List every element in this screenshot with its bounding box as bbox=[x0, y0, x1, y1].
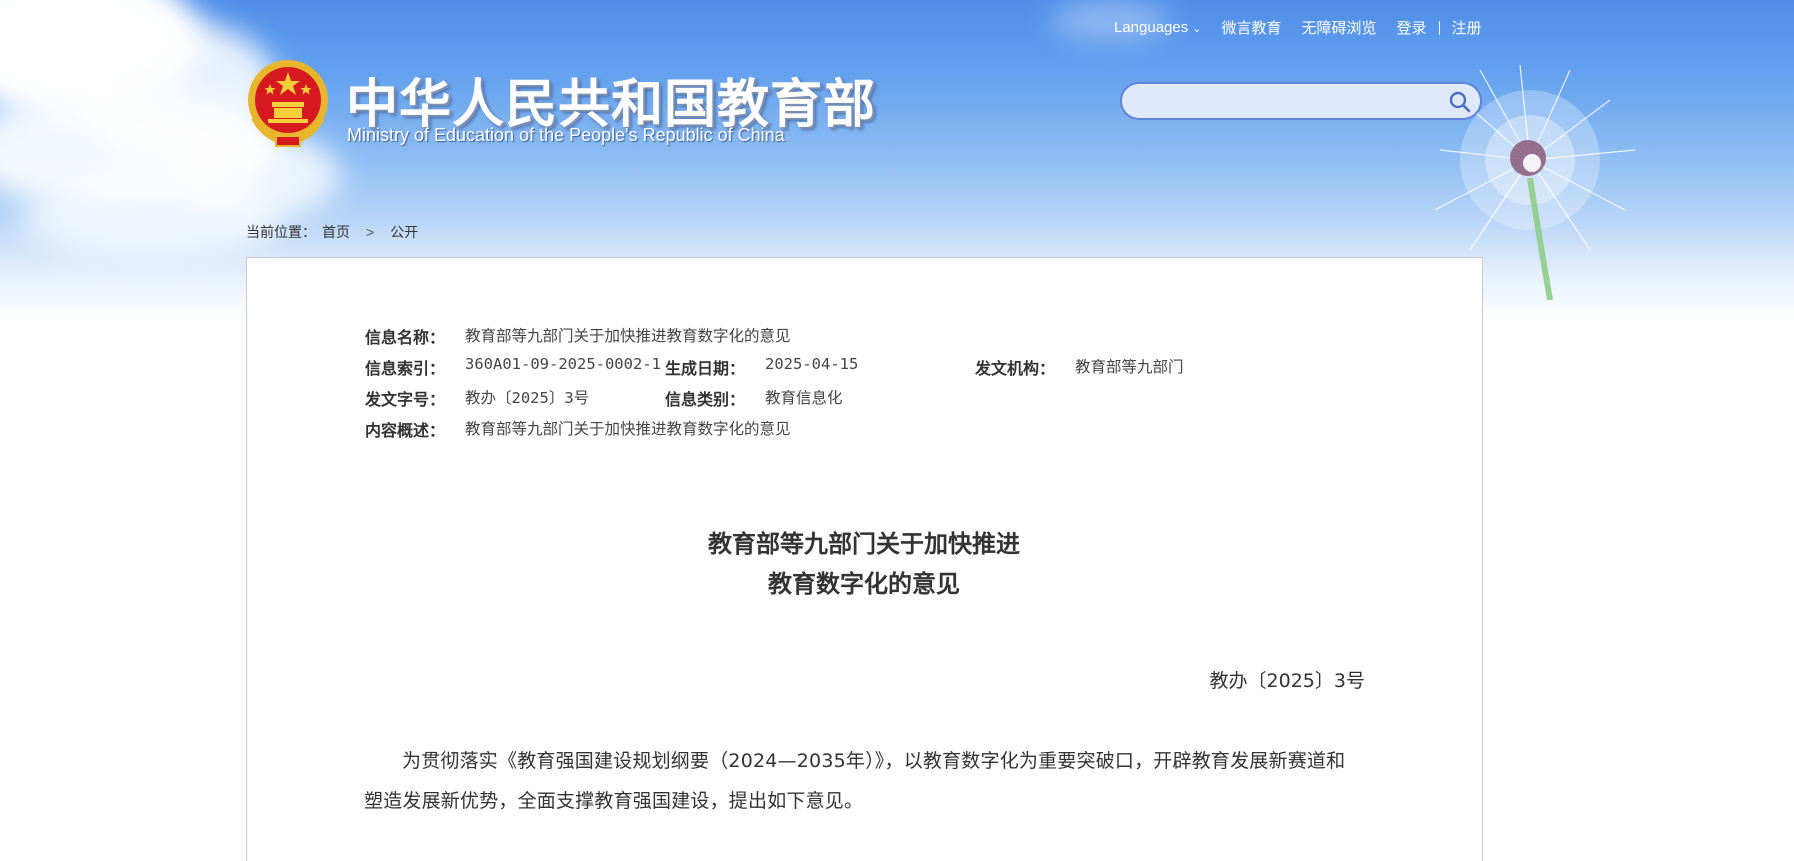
logo-name-en[interactable]: Ministry of Education of the People's Re… bbox=[347, 125, 785, 146]
info-org-value: 教育部等九部门 bbox=[1075, 358, 1184, 376]
info-docno-value: 教办〔2025〕3号 bbox=[465, 389, 590, 407]
info-index-label: 信息索引： bbox=[365, 359, 446, 378]
info-category-label: 信息类别： bbox=[665, 390, 746, 409]
article-title: 教育部等九部门关于加快推进 教育数字化的意见 bbox=[500, 524, 1228, 604]
breadcrumb-home[interactable]: 首页 bbox=[322, 222, 350, 242]
info-summary-value: 教育部等九部门关于加快推进教育数字化的意见 bbox=[465, 420, 791, 438]
article-paragraph: 为贯彻落实《教育强国建设规划纲要（2024—2035年）》，以教育数字化为重要突… bbox=[364, 750, 1346, 812]
languages-label: Languages bbox=[1114, 19, 1189, 36]
breadcrumb: 当前位置： 首页 > 公开 bbox=[246, 222, 418, 242]
info-date-label: 生成日期： bbox=[665, 359, 746, 378]
info-category-value: 教育信息化 bbox=[765, 389, 843, 407]
search-box bbox=[1120, 82, 1482, 120]
register-link[interactable]: 注册 bbox=[1452, 17, 1482, 38]
chevron-right-icon: > bbox=[366, 224, 375, 240]
chevron-down-icon: ⌄ bbox=[1192, 23, 1202, 35]
info-index-value: 360A01-09-2025-0002-1 bbox=[465, 355, 661, 373]
weiyan-link[interactable]: 微言教育 bbox=[1221, 17, 1281, 38]
breadcrumb-label: 当前位置： bbox=[246, 224, 316, 240]
search-input[interactable] bbox=[1136, 90, 1436, 114]
article-title-line1: 教育部等九部门关于加快推进 bbox=[708, 530, 1020, 558]
search-icon[interactable] bbox=[1448, 90, 1472, 114]
top-links: Languages ⌄ 微言教育 无障碍浏览 登录 注册 bbox=[1114, 17, 1482, 38]
national-emblem-icon[interactable] bbox=[246, 58, 330, 148]
article-doc-number: 教办〔2025〕3号 bbox=[1209, 670, 1365, 692]
info-org-label: 发文机构： bbox=[975, 359, 1056, 378]
link-divider bbox=[1438, 20, 1440, 35]
info-date-value: 2025-04-15 bbox=[765, 355, 859, 373]
login-link[interactable]: 登录 bbox=[1397, 17, 1427, 38]
info-name-value: 教育部等九部门关于加快推进教育数字化的意见 bbox=[465, 327, 791, 345]
accessibility-link[interactable]: 无障碍浏览 bbox=[1301, 17, 1376, 38]
languages-dropdown[interactable]: Languages ⌄ bbox=[1114, 19, 1201, 36]
breadcrumb-current[interactable]: 公开 bbox=[390, 222, 418, 242]
info-name-label: 信息名称： bbox=[365, 328, 446, 347]
info-docno-label: 发文字号： bbox=[365, 390, 446, 409]
info-summary-label: 内容概述： bbox=[365, 421, 446, 440]
article-title-line2: 教育数字化的意见 bbox=[768, 570, 960, 598]
